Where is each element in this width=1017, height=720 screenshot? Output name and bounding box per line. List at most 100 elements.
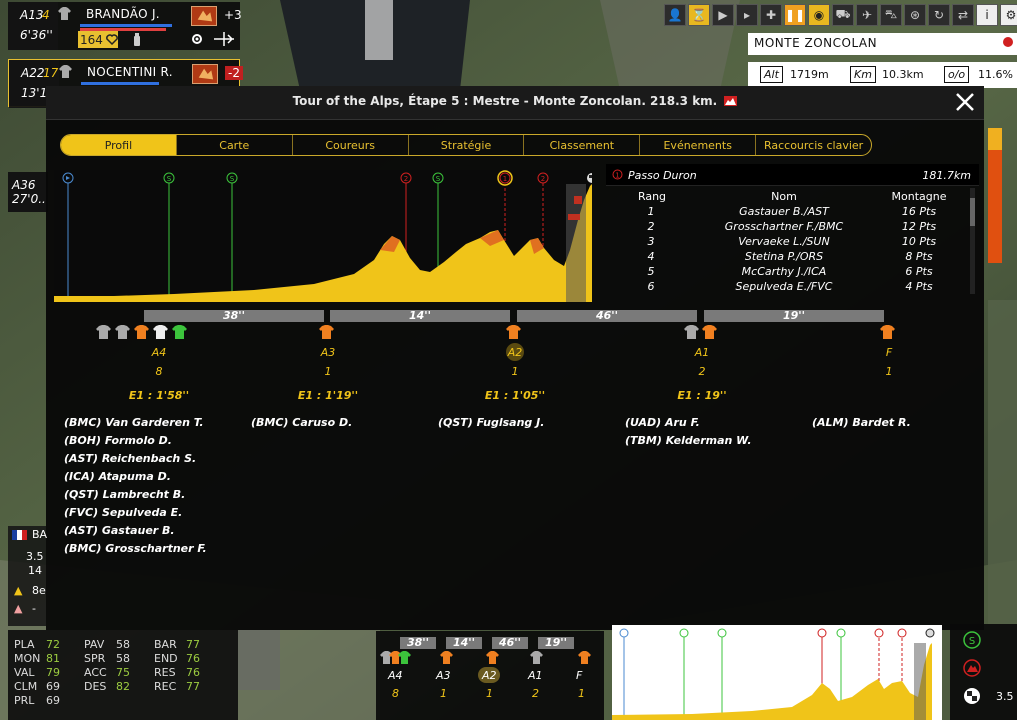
list-item[interactable]: (UAD) Aru F.: [625, 414, 752, 432]
mini-group-label: A3: [436, 669, 451, 682]
helicopter-camera-button[interactable]: ✈: [856, 4, 878, 26]
list-item[interactable]: (AST) Reichenbach S.: [64, 450, 207, 468]
sprint-icon[interactable]: S: [432, 172, 444, 184]
stat-val: VAL 79: [14, 666, 60, 679]
jersey-icons: [684, 325, 717, 339]
fast-forward-button[interactable]: ▸: [736, 4, 758, 26]
effort-mode-button[interactable]: [191, 6, 217, 26]
climb-2-icon[interactable]: 2: [537, 172, 549, 184]
start-icon[interactable]: [62, 172, 74, 184]
group-gap: E1 : 19'': [677, 389, 727, 402]
stage-title-text: Tour of the Alps, Étape 5 : Mestre - Mon…: [292, 94, 718, 108]
stat-pla: PLA 72: [14, 638, 60, 651]
rider-stats-panel: PLA 72 PAV 58 BAR 77 MON 81 SPR 58 END 76 VAL 7…: [8, 630, 238, 720]
sprint-icon[interactable]: S: [226, 172, 238, 184]
altitude-value: 1719m: [790, 68, 829, 81]
split-icon[interactable]: [214, 32, 234, 46]
table-row[interactable]: 2 Grosschartner F./BMC 12 Pts: [606, 220, 966, 235]
play-button[interactable]: ▶: [712, 4, 734, 26]
close-icon[interactable]: [954, 91, 976, 113]
rider-card-1[interactable]: A13 4 6'36'' BRANDÃO J. +3 164: [8, 2, 242, 50]
list-item[interactable]: (BMC) Grosschartner F.: [64, 540, 207, 558]
person-icon: 👤: [667, 8, 683, 22]
mini-groups-panel[interactable]: 38'' 14'' 46'' 19'' A4 A3 A2 A1 F 8 1 1 …: [376, 631, 604, 720]
mini-stage-profile[interactable]: [612, 625, 942, 720]
sprint-icon[interactable]: S: [163, 172, 175, 184]
tab-coureurs[interactable]: Coureurs: [293, 135, 409, 155]
finish-flag-icon[interactable]: [962, 686, 982, 706]
list-item[interactable]: (BMC) Caruso D.: [251, 414, 352, 432]
settings-button[interactable]: ⚙: [1000, 4, 1017, 26]
list-item[interactable]: (ICA) Atapuma D.: [64, 468, 207, 486]
stat-prl: PRL 69: [14, 694, 60, 707]
replay-camera-button[interactable]: ↻: [928, 4, 950, 26]
rider-card-3[interactable]: A36 27'0..: [8, 172, 48, 212]
motorbike-camera-button[interactable]: ⛟: [832, 4, 854, 26]
pause-button[interactable]: ❚❚: [784, 4, 806, 26]
rider-mini-panel[interactable]: BA 3.5 14 ▲ 8e ▲ -: [8, 526, 47, 626]
table-row[interactable]: 5 McCarthy J./ICA 6 Pts: [606, 265, 966, 280]
modal-tabs: Profil Carte Coureurs Stratégie Classeme…: [60, 134, 872, 156]
gear-icon[interactable]: [190, 32, 204, 46]
stage-title: Tour of the Alps, Étape 5 : Mestre - Mon…: [46, 94, 984, 108]
camera-view-button[interactable]: ◉: [808, 4, 830, 26]
tab-evenements[interactable]: Evénements: [640, 135, 757, 155]
climb-2-icon[interactable]: 2: [400, 172, 412, 184]
mini-group-label: A4: [388, 669, 403, 682]
tab-raccourcis[interactable]: Raccourcis clavier: [756, 135, 871, 155]
list-item[interactable]: (BMC) Van Garderen T.: [64, 414, 207, 432]
gear-icon: ⚙: [1005, 8, 1017, 22]
list-item[interactable]: (TBM) Kelderman W.: [625, 432, 752, 450]
list-item[interactable]: (QST) Lambrecht B.: [64, 486, 207, 504]
hourglass-icon: ⌛: [691, 8, 707, 22]
table-row[interactable]: 6 Sepulveda E./FVC 4 Pts: [606, 280, 966, 295]
stat-spr: SPR 58: [84, 652, 130, 665]
refresh-icon: ↻: [933, 8, 945, 22]
play-icon: ▶: [718, 8, 728, 22]
list-item[interactable]: (FVC) Sepulveda E.: [64, 504, 207, 522]
tab-profil[interactable]: Profil: [61, 135, 177, 155]
stage-profile-chart[interactable]: S S 2 S 1 2: [54, 170, 592, 302]
col-points: Montagne: [891, 190, 947, 203]
group-gap: E1 : 1'19'': [297, 389, 359, 402]
tab-carte[interactable]: Carte: [177, 135, 293, 155]
col-rank: Rang: [637, 190, 667, 203]
list-item[interactable]: (AST) Gastauer B.: [64, 522, 207, 540]
mini-value-4: -: [32, 602, 36, 615]
mountain-icon[interactable]: [962, 658, 982, 678]
rotate-camera-button[interactable]: ⇄: [952, 4, 974, 26]
svg-text:1: 1: [503, 175, 507, 183]
profile-mini-icon: [724, 96, 738, 106]
bottle-icon[interactable]: [132, 33, 142, 46]
effort-mode-button[interactable]: [192, 64, 218, 84]
hourglass-button[interactable]: ⌛: [688, 4, 710, 26]
jersey-icon: [59, 65, 72, 78]
jersey-icon: [506, 325, 521, 339]
stat-clm: CLM 69: [14, 680, 60, 693]
sprint-icon[interactable]: S: [962, 630, 982, 650]
grade-key: o/o: [944, 66, 970, 83]
table-row[interactable]: 1 Gastauer B./AST 16 Pts: [606, 205, 966, 220]
rider-attack-icon: [197, 10, 213, 22]
info-button[interactable]: i: [976, 4, 998, 26]
list-item[interactable]: (QST) Fuglsang J.: [438, 414, 544, 432]
stat-res: RES 76: [154, 666, 200, 679]
tab-classement[interactable]: Classement: [524, 135, 641, 155]
wheel-camera-button[interactable]: ⊛: [904, 4, 926, 26]
bottom-right-icons: S 3.5: [950, 624, 1017, 720]
tab-strategie[interactable]: Stratégie: [409, 135, 525, 155]
climb-1-icon-selected[interactable]: 1: [497, 170, 513, 186]
speed-up-button[interactable]: ✚: [760, 4, 782, 26]
table-row[interactable]: 4 Stetina P./ORS 8 Pts: [606, 250, 966, 265]
table-row[interactable]: 3 Vervaeke L./SUN 10 Pts: [606, 235, 966, 250]
stage-info-modal: Tour of the Alps, Étape 5 : Mestre - Mon…: [46, 86, 984, 630]
rider-view-button[interactable]: 👤: [664, 4, 686, 26]
list-item[interactable]: (ALM) Bardet R.: [812, 414, 911, 432]
stat-end: END 76: [154, 652, 200, 665]
table-scrollbar[interactable]: [970, 188, 975, 294]
climb-table-columns: Rang Nom Montagne: [606, 190, 966, 205]
list-item[interactable]: (BOH) Formolo D.: [64, 432, 207, 450]
alert-dot-icon: [1003, 37, 1013, 47]
group-count: 1: [324, 365, 332, 378]
car-camera-button[interactable]: ⛍: [880, 4, 902, 26]
